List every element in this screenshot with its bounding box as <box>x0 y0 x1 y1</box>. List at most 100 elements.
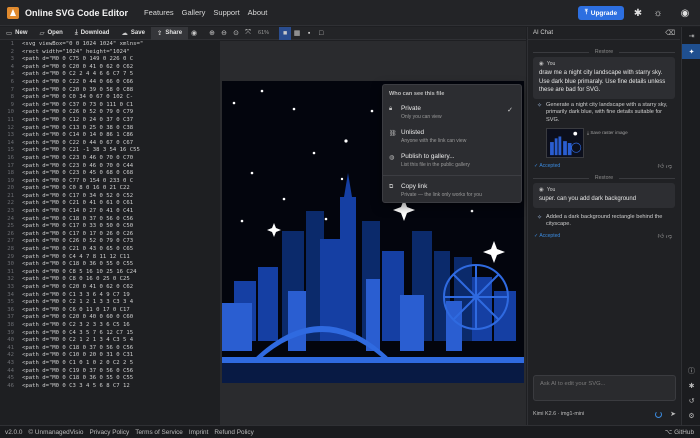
code-text: <path d="M0 0 C0 8 0 16 0 21 C22 <box>22 185 130 192</box>
code-line: 22 <path d="M0 0 C21 0 41 0 61 0 C61 <box>0 200 220 208</box>
copy-link-option[interactable]: ⧉ Copy link Private — the link only works… <box>383 180 521 204</box>
user-icon[interactable]: ◉ <box>679 7 691 19</box>
code-line: 15 <path d="M0 0 C21 -1 38 3 54 16 C55 <box>0 147 220 155</box>
nav-gallery[interactable]: Gallery <box>182 8 206 17</box>
code-text: <path d="M0 0 C2 2 4 4 6 6 C7 7 5 <box>22 71 134 78</box>
new-label: New <box>15 30 28 36</box>
save-raster-link[interactable]: ⤓ Save raster image <box>587 130 628 135</box>
visibility-option-publish[interactable]: ◍ Publish to gallery... List this file in… <box>383 150 521 174</box>
code-line: 11 <path d="M0 0 C12 0 24 0 37 0 C37 <box>0 117 220 125</box>
code-line: 35 <path d="M0 0 C2 1 2 1 3 3 C3 3 4 <box>0 299 220 307</box>
zoom-in-icon[interactable]: ⊕ <box>206 27 218 40</box>
line-number: 15 <box>7 147 14 154</box>
result-thumbnail[interactable] <box>546 128 585 158</box>
line-number: 4 <box>10 63 14 70</box>
code-text: <path d="M0 0 C1 0 1 0 2 0 C2 2 5 <box>22 359 134 366</box>
code-line: 31 <path d="M0 0 C8 5 16 10 25 16 C24 <box>0 269 220 277</box>
nav-features[interactable]: Features <box>144 8 174 17</box>
collapse-panel-icon[interactable]: ⇥ <box>682 28 700 43</box>
thumbs-up-icon[interactable]: 👍︎ <box>658 164 666 170</box>
visibility-option-unlisted[interactable]: ⛓ Unlisted Anyone with the link can view <box>383 126 521 150</box>
open-button[interactable]: ▱ Open <box>34 27 69 40</box>
settings-gear-icon[interactable]: ⚙ <box>682 408 700 423</box>
code-editor[interactable]: 1 <svg viewBox="0 0 1024 1024" xmlns=" 2 <… <box>0 41 220 425</box>
code-text: <path d="M0 0 C23 0 46 0 70 0 C44 <box>22 162 134 169</box>
code-text: <path d="M0 0 C17 0 17 0 26 0 C26 <box>22 230 134 237</box>
terms-link[interactable]: Terms of Service <box>135 429 183 436</box>
code-text: <path d="M0 0 C23 0 45 0 68 0 C68 <box>22 170 134 177</box>
restore-divider[interactable]: Restore <box>533 175 675 181</box>
zoom-out-icon[interactable]: ⊖ <box>218 27 230 40</box>
globe-icon: ◍ <box>389 155 395 161</box>
background-grey-icon[interactable]: ▪ <box>303 27 315 40</box>
thumbs-down-icon[interactable]: 👎︎ <box>666 164 674 170</box>
history-icon[interactable]: ↺ <box>682 393 700 408</box>
fit-screen-icon[interactable]: ⤧ <box>242 27 254 40</box>
ai-message-status: ✓ Accepted 👍︎👎︎ <box>534 162 674 170</box>
line-number: 31 <box>7 268 14 275</box>
send-icon[interactable]: ➤ <box>670 410 676 418</box>
visibility-option-private[interactable]: 🔒︎ Private Only you can view ✓ <box>383 102 521 126</box>
github-link[interactable]: ⌥ GitHub <box>665 428 694 437</box>
upgrade-icon: ⤒ <box>584 9 588 16</box>
code-text: <path d="M0 0 C18 0 37 0 56 0 C56 <box>22 215 134 222</box>
ferris-wheel <box>443 264 509 330</box>
info-icon[interactable]: ⓘ <box>682 363 700 378</box>
code-text: <path d="M0 0 C17 0 33 0 50 0 C50 <box>22 223 134 230</box>
nav-support[interactable]: Support <box>213 8 239 17</box>
code-line: 5 <path d="M0 0 C2 2 4 4 6 6 C7 7 5 <box>0 71 220 79</box>
code-line: 16 <path d="M0 0 C23 0 46 0 70 0 C70 <box>0 155 220 163</box>
chat-input[interactable]: Ask AI to edit your SVG... <box>533 375 676 401</box>
share-button[interactable]: ⇪ Share <box>150 26 189 40</box>
code-line: 41 <path d="M0 0 C18 0 37 0 56 0 C56 <box>0 345 220 353</box>
code-text: <path d="M0 0 C0 34 0 67 0 102 C- <box>22 94 134 101</box>
line-number: 40 <box>7 337 14 344</box>
model-selector[interactable]: Kimi K2.6 · img1-mini <box>533 411 584 417</box>
ai-chat-rail-icon[interactable]: ✦ <box>682 44 700 59</box>
code-text: <path d="M0 0 C26 0 52 0 79 0 C79 <box>22 109 134 116</box>
refund-link[interactable]: Refund Policy <box>214 429 253 436</box>
restore-divider[interactable]: Restore <box>533 49 675 55</box>
option-title: Publish to gallery... <box>401 153 455 160</box>
imprint-link[interactable]: Imprint <box>189 429 209 436</box>
nav-about[interactable]: About <box>248 8 268 17</box>
bug-report-icon[interactable]: ✱ <box>682 378 700 393</box>
privacy-link[interactable]: Privacy Policy <box>89 429 129 436</box>
thumbs-up-icon[interactable]: 👍︎ <box>658 234 666 240</box>
download-button[interactable]: ⤓ Download <box>69 27 116 40</box>
code-text: <path d="M0 0 C2 1 2 1 3 4 C3 5 4 <box>22 337 134 344</box>
ai-message-status: ✓ Accepted 👍︎👎︎ <box>534 232 674 240</box>
code-text: <path d="M0 0 C13 0 25 0 38 0 C38 <box>22 124 134 131</box>
code-text: <path d="M0 0 C20 0 41 0 62 0 C62 <box>22 284 134 290</box>
option-title: Private <box>401 105 421 112</box>
new-button[interactable]: ▭ New <box>0 27 34 40</box>
thumbs-down-icon[interactable]: 👎︎ <box>666 234 674 240</box>
background-checker-icon[interactable]: ▦ <box>291 27 303 40</box>
line-number: 36 <box>7 306 14 313</box>
save-button[interactable]: ☁ Save <box>115 27 151 40</box>
user-message: ◉ You draw me a night city landscape with… <box>533 57 675 99</box>
background-dark-icon[interactable]: ■ <box>279 26 292 40</box>
code-line: 27 <path d="M0 0 C26 0 52 0 79 0 C73 <box>0 238 220 246</box>
zoom-reset-icon[interactable]: ⊙ <box>230 27 242 40</box>
preview-eye-icon[interactable]: ◉ <box>188 27 200 40</box>
upgrade-button[interactable]: ⤒ Upgrade <box>578 6 624 20</box>
code-line: 13 <path d="M0 0 C14 0 14 0 86 1 C86 <box>0 132 220 140</box>
clear-chat-icon[interactable]: ⌫ <box>665 29 675 37</box>
zoom-level: 61% <box>258 30 270 36</box>
code-line: 10 <path d="M0 0 C26 0 52 0 79 0 C79 <box>0 109 220 117</box>
code-line: 28 <path d="M0 0 C21 0 43 0 65 0 C65 <box>0 246 220 254</box>
line-number: 6 <box>10 78 14 85</box>
checkmark-icon: ✓ <box>507 107 513 114</box>
code-line: 4 <path d="M0 0 C20 0 41 0 62 0 C62 <box>0 64 220 72</box>
line-number: 35 <box>7 299 14 306</box>
line-number: 18 <box>7 170 14 177</box>
background-white-icon[interactable]: □ <box>315 27 327 40</box>
sun-icon[interactable]: ☼ <box>652 7 664 19</box>
code-line: 46 <path d="M0 0 C3 3 4 5 6 8 C7 12 <box>0 383 220 391</box>
line-number: 45 <box>7 375 14 382</box>
bug-icon[interactable]: ✱ <box>632 7 644 19</box>
code-text: <path d="M0 0 C4 3 5 7 6 12 C7 15 <box>22 329 134 336</box>
chat-header: AI Chat ⌫ <box>528 27 680 40</box>
canvas-area[interactable]: Who can see this file 🔒︎ Private Only you… <box>220 41 526 425</box>
